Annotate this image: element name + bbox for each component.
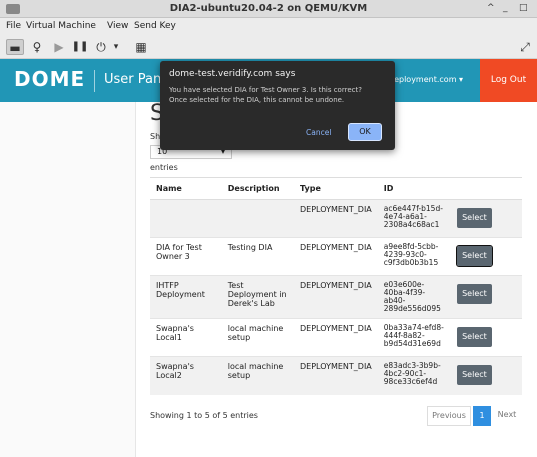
cell-id-line: 289de556d095 xyxy=(383,304,441,313)
fullscreen-icon[interactable]: ⤢ xyxy=(516,39,534,55)
maximize-button[interactable]: □ xyxy=(519,3,528,13)
screen-icon[interactable]: ▬ xyxy=(6,39,24,55)
snapshot-icon[interactable]: ▦ xyxy=(132,39,150,55)
dialog-title: dome-test.veridify.com says xyxy=(169,69,296,79)
pagination-page-1[interactable]: 1 xyxy=(473,406,491,426)
nav-divider xyxy=(94,70,95,92)
table-info: Showing 1 to 5 of 5 entries xyxy=(150,411,258,420)
select-button[interactable]: Select xyxy=(455,245,493,267)
menubar: File Virtual Machine View Send Key xyxy=(0,18,537,35)
dome-logo[interactable]: DOME xyxy=(14,67,85,91)
cell-description: Testing DIA xyxy=(221,237,294,276)
cell-id: 0ba33a74-efd8- 444f-8a82- b9d54d31e69d xyxy=(377,318,451,357)
table-row: DEPLOYMENT_DIA ac6e447f-b15d- 4e74-a6a1-… xyxy=(150,199,522,238)
power-icon[interactable]: ⏻ xyxy=(92,39,110,55)
pagination-previous[interactable]: Previous xyxy=(427,406,471,426)
select-button[interactable]: Select xyxy=(456,284,492,304)
window-title: DIA2-ubuntu20.04-2 on QEMU/KVM xyxy=(169,3,368,14)
entries-label: entries xyxy=(150,163,178,172)
cell-name xyxy=(150,199,222,238)
dialog-cancel-button[interactable]: Cancel xyxy=(306,128,331,137)
cell-description: local machine setup xyxy=(221,318,294,357)
vm-display[interactable]: DOME User Pane deployment.com ▾ Log Out … xyxy=(0,59,537,457)
minimize-button[interactable]: _ xyxy=(503,3,508,13)
cell-name: DIA for Test Owner 3 xyxy=(150,237,222,276)
select-button[interactable]: Select xyxy=(456,365,492,385)
menu-file[interactable]: File xyxy=(6,21,21,31)
pause-icon[interactable]: ❚❚ xyxy=(71,39,89,55)
cell-name: IHTFP Deployment xyxy=(150,275,222,319)
window-titlebar: DIA2-ubuntu20.04-2 on QEMU/KVM ^ _ □ xyxy=(0,0,537,18)
play-icon[interactable]: ▶ xyxy=(50,39,68,55)
menu-virtual-machine[interactable]: Virtual Machine xyxy=(26,21,96,31)
column-header-type[interactable]: Type xyxy=(294,177,378,200)
cell-description xyxy=(221,199,294,238)
menu-send-key[interactable]: Send Key xyxy=(134,21,176,31)
cell-description: Test Deployment in Derek's Lab xyxy=(221,275,294,319)
column-header-action xyxy=(450,177,522,200)
table-row: Swapna's Local1 local machine setup DEPL… xyxy=(150,318,522,357)
cell-name: Swapna's Local1 xyxy=(150,318,222,357)
table-row: Swapna's Local2 local machine setup DEPL… xyxy=(150,356,522,395)
table-row: DIA for Test Owner 3 Testing DIA DEPLOYM… xyxy=(150,237,522,276)
sidebar xyxy=(0,102,136,457)
table-header-row: Name Description Type ID xyxy=(150,177,522,200)
deployment-dropdown[interactable]: deployment.com ▾ xyxy=(389,75,463,84)
shade-button[interactable]: ^ xyxy=(487,3,495,13)
cell-type: DEPLOYMENT_DIA xyxy=(294,275,378,319)
logout-button[interactable]: Log Out xyxy=(480,59,537,102)
lightbulb-icon[interactable]: ♀ xyxy=(28,39,46,55)
dialog-message-line2: Once selected for the DIA, this cannot b… xyxy=(169,96,345,104)
cell-id: e83adc3-3b9b- 4bc2-90c1- 98ce33c6ef4d xyxy=(377,356,451,395)
cell-id: a9ee8fd-5cbb- 4239-93c0- c9f3db0b3b15 xyxy=(377,237,451,276)
cell-id-line: 98ce33c6ef4d xyxy=(383,377,438,386)
table-row: IHTFP Deployment Test Deployment in Dere… xyxy=(150,275,522,319)
cell-type: DEPLOYMENT_DIA xyxy=(294,356,378,395)
dia-table: Name Description Type ID DEPLOYMENT_DIA … xyxy=(150,177,522,395)
cell-id-line: b9d54d31e69d xyxy=(383,339,441,348)
cell-id-line: 2308a4c68ac1 xyxy=(383,220,440,229)
cell-type: DEPLOYMENT_DIA xyxy=(294,199,378,238)
column-header-description[interactable]: Description xyxy=(221,177,294,200)
cell-type: DEPLOYMENT_DIA xyxy=(294,237,378,276)
dialog-message-line1: You have selected DIA for Test Owner 3. … xyxy=(169,86,362,94)
cell-id: ac6e447f-b15d- 4e74-a6a1- 2308a4c68ac1 xyxy=(377,199,451,238)
menu-view[interactable]: View xyxy=(107,21,128,31)
show-entries-label: Sh xyxy=(150,132,161,141)
cell-name: Swapna's Local2 xyxy=(150,356,222,395)
cell-description: local machine setup xyxy=(221,356,294,395)
cell-id: e03e600e- 40ba-4f39- ab40- 289de556d095 xyxy=(377,275,451,319)
select-button[interactable]: Select xyxy=(456,327,492,347)
column-header-id[interactable]: ID xyxy=(377,177,451,200)
confirm-dialog: dome-test.veridify.com says You have sel… xyxy=(160,61,395,150)
dialog-ok-button[interactable]: OK xyxy=(348,123,382,141)
column-header-name[interactable]: Name xyxy=(150,177,222,200)
pagination-next[interactable]: Next xyxy=(492,406,522,426)
cell-id-line: c9f3db0b3b15 xyxy=(383,258,439,267)
toolbar: ▬ ♀ ▶ ❚❚ ⏻ ▾ ▦ ⤢ xyxy=(0,35,537,59)
dropdown-icon[interactable]: ▾ xyxy=(110,39,122,55)
cell-type: DEPLOYMENT_DIA xyxy=(294,318,378,357)
select-button[interactable]: Select xyxy=(456,208,492,228)
